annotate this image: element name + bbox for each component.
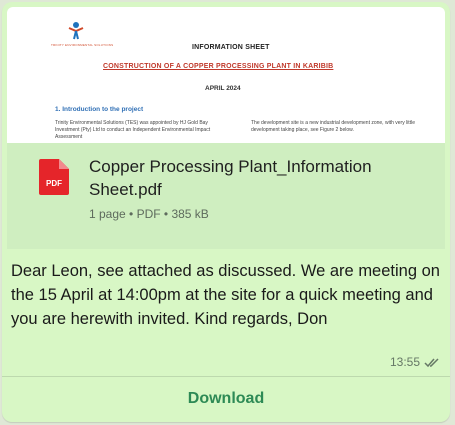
- file-meta: 1 page • PDF • 385 kB: [89, 207, 209, 221]
- document-subtitle: CONSTRUCTION OF A COPPER PROCESSING PLAN…: [103, 63, 334, 70]
- pdf-icon-label: PDF: [46, 179, 62, 188]
- message-bubble[interactable]: TRINITY ENVIRONMENTAL SOLUTIONS INFORMAT…: [2, 2, 450, 422]
- message-meta: 13:55: [390, 355, 440, 369]
- document-preview[interactable]: TRINITY ENVIRONMENTAL SOLUTIONS INFORMAT…: [7, 7, 445, 143]
- message-time: 13:55: [389, 355, 420, 369]
- file-name: Copper Processing Plant_Information Shee…: [89, 157, 372, 199]
- double-check-icon: [424, 357, 439, 367]
- company-logo-icon: [68, 22, 84, 40]
- document-date: APRIL 2024: [205, 85, 241, 92]
- document-column-left: Trinity Environmental Solutions (TES) wa…: [55, 120, 211, 140]
- divider: [2, 376, 450, 377]
- download-button[interactable]: Download: [2, 378, 450, 420]
- document-header: INFORMATION SHEET: [192, 44, 270, 51]
- pdf-file-icon: PDF: [39, 159, 69, 195]
- logo-caption: TRINITY ENVIRONMENTAL SOLUTIONS: [51, 43, 114, 47]
- document-column-right: The development site is a new industrial…: [251, 120, 415, 133]
- message-text: Dear Leon, see attached as discussed. We…: [11, 262, 440, 328]
- file-attachment[interactable]: PDF Copper Processing Plant_Information …: [7, 143, 445, 249]
- document-section-heading: 1. Introduction to the project: [55, 106, 144, 113]
